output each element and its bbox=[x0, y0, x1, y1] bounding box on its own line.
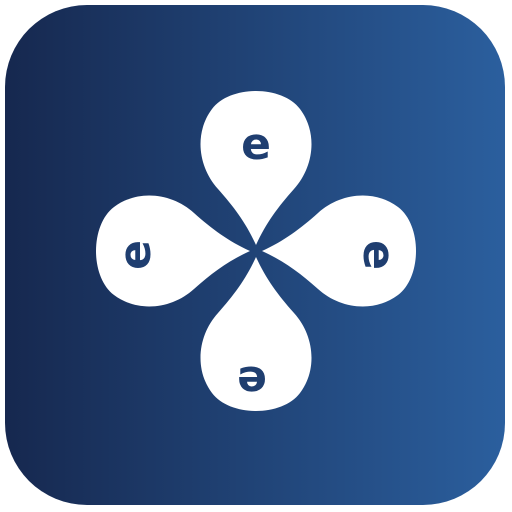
petal-top-letter: e bbox=[241, 119, 271, 170]
icon-background bbox=[5, 5, 505, 505]
petal-left-letter: e bbox=[110, 240, 161, 270]
petal-right-letter: e bbox=[353, 240, 404, 270]
app-icon-graphic: e e e e bbox=[5, 5, 505, 505]
app-icon[interactable]: e e e e bbox=[5, 5, 505, 505]
petal-bottom-letter: e bbox=[237, 356, 267, 407]
